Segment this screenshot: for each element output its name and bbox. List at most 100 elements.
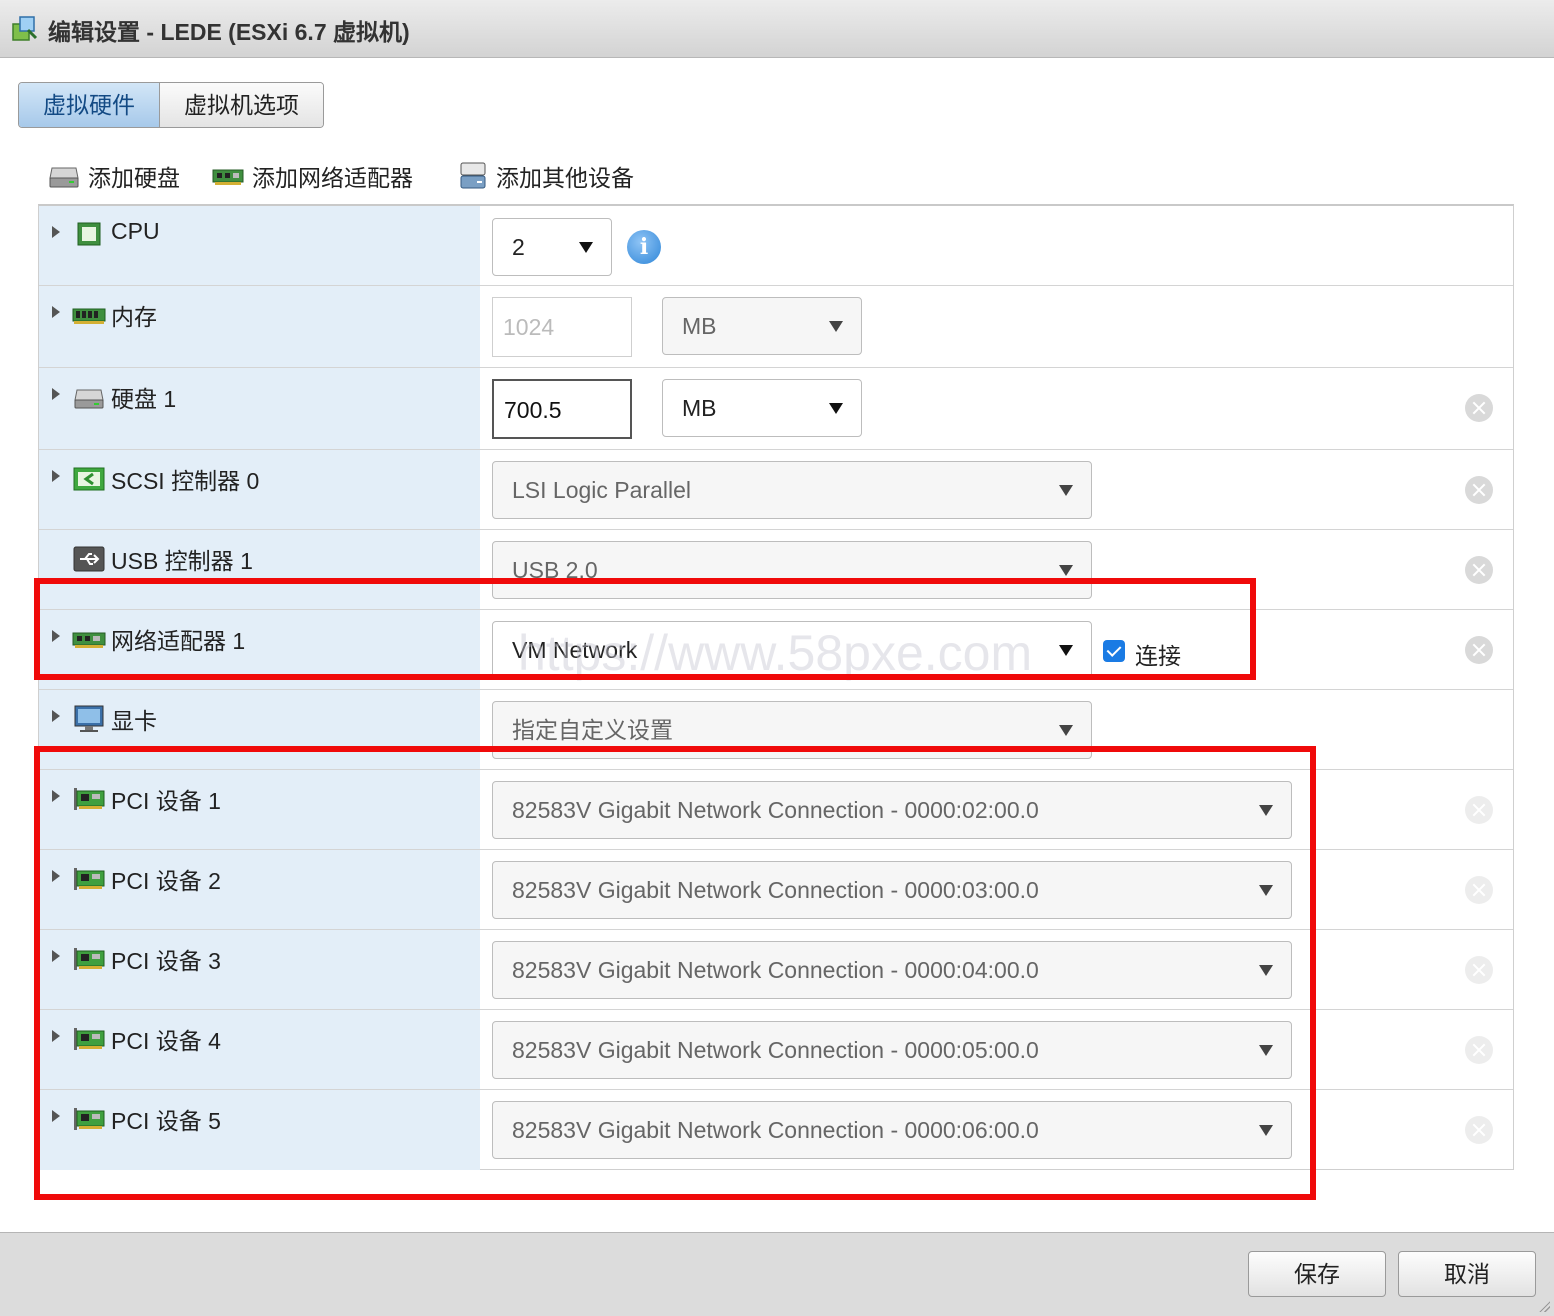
expand-arrow-icon[interactable] (52, 1110, 60, 1122)
scsi-controller-icon (73, 467, 105, 491)
remove-device-icon[interactable] (1465, 636, 1493, 664)
dialog-footer: 保存 取消 (0, 1232, 1554, 1316)
expand-arrow-icon[interactable] (52, 388, 60, 400)
chevron-down-icon (829, 403, 843, 414)
cpu-count-select[interactable]: 2 (492, 218, 612, 276)
pci-device-select[interactable]: 82583V Gigabit Network Connection - 0000… (492, 1021, 1292, 1079)
video-settings-value: 指定自定义设置 (512, 717, 673, 743)
usb-type-value: USB 2.0 (512, 557, 598, 583)
hardware-row-pci-device: PCI 设备 1 82583V Gigabit Network Connecti… (39, 770, 1513, 850)
pci-device-value: 82583V Gigabit Network Connection - 0000… (512, 957, 1039, 983)
hardware-row-scsi-controller-0: SCSI 控制器 0 LSI Logic Parallel (39, 450, 1513, 530)
row-label-cell: 网络适配器 1 (39, 610, 480, 689)
monitor-icon (74, 705, 104, 732)
remove-device-icon[interactable] (1465, 1036, 1493, 1064)
memory-unit-select[interactable]: MB (662, 297, 862, 355)
scsi-controller-label: SCSI 控制器 0 (111, 468, 260, 494)
row-label-cell: 显卡 (39, 690, 480, 769)
video-card-label: 显卡 (111, 708, 157, 734)
disk-unit-value: MB (682, 395, 717, 421)
pci-device-icon (74, 1028, 105, 1050)
memory-unit-value: MB (682, 313, 717, 339)
add-network-adapter-button[interactable]: 添加网络适配器 (212, 156, 413, 196)
cancel-button[interactable]: 取消 (1398, 1251, 1536, 1297)
hardware-row-pci-device: PCI 设备 5 82583V Gigabit Network Connecti… (39, 1090, 1513, 1170)
expand-arrow-icon[interactable] (52, 1030, 60, 1042)
network-adapter-label: 网络适配器 1 (111, 628, 246, 654)
tab-virtual-hardware[interactable]: 虚拟硬件 (19, 83, 159, 127)
pci-device-select[interactable]: 82583V Gigabit Network Connection - 0000… (492, 781, 1292, 839)
pci-device-label: PCI 设备 3 (111, 948, 221, 974)
memory-label: 内存 (111, 304, 157, 330)
expand-arrow-icon[interactable] (52, 630, 60, 642)
video-settings-select[interactable]: 指定自定义设置 (492, 701, 1092, 759)
usb-controller-label: USB 控制器 1 (111, 548, 253, 574)
chevron-down-icon (1259, 805, 1273, 816)
hardware-row-pci-device: PCI 设备 2 82583V Gigabit Network Connecti… (39, 850, 1513, 930)
add-disk-label: 添加硬盘 (88, 165, 180, 191)
hardware-row-disk-1: 硬盘 1 700.5 MB (39, 368, 1513, 450)
chevron-down-icon (1259, 1045, 1273, 1056)
expand-arrow-icon[interactable] (52, 790, 60, 802)
remove-device-icon[interactable] (1465, 476, 1493, 504)
chevron-down-icon (579, 242, 593, 253)
expand-arrow-icon[interactable] (52, 226, 60, 238)
network-card-icon (212, 169, 244, 185)
disk-1-label: 硬盘 1 (111, 386, 177, 412)
hard-disk-icon (74, 389, 104, 409)
chevron-down-icon (829, 321, 843, 332)
tab-vm-options[interactable]: 虚拟机选项 (159, 83, 323, 127)
row-label-cell: PCI 设备 2 (39, 850, 480, 929)
network-value: VM Network (512, 637, 638, 663)
pci-device-icon (74, 948, 105, 970)
add-disk-button[interactable]: 添加硬盘 (48, 156, 180, 196)
chevron-down-icon (1059, 485, 1073, 496)
remove-device-icon[interactable] (1465, 556, 1493, 584)
expand-arrow-icon[interactable] (52, 950, 60, 962)
scsi-type-value: LSI Logic Parallel (512, 477, 691, 503)
other-device-icon (460, 162, 486, 189)
row-label-cell: PCI 设备 3 (39, 930, 480, 1009)
connect-checkbox[interactable] (1103, 640, 1125, 662)
remove-device-icon[interactable] (1465, 1116, 1493, 1144)
row-label-cell: CPU (39, 206, 480, 285)
expand-arrow-icon[interactable] (52, 470, 60, 482)
chevron-down-icon (1259, 1125, 1273, 1136)
remove-device-icon[interactable] (1465, 956, 1493, 984)
expand-arrow-icon[interactable] (52, 306, 60, 318)
save-button[interactable]: 保存 (1248, 1251, 1386, 1297)
pci-device-value: 82583V Gigabit Network Connection - 0000… (512, 1037, 1039, 1063)
add-other-device-label: 添加其他设备 (496, 165, 634, 191)
hardware-row-video-card: 显卡 指定自定义设置 (39, 690, 1513, 770)
network-select[interactable]: VM Network (492, 621, 1092, 679)
remove-device-icon[interactable] (1465, 394, 1493, 422)
chevron-down-icon (1259, 965, 1273, 976)
disk-size-input[interactable]: 700.5 (492, 379, 632, 439)
remove-device-icon[interactable] (1465, 796, 1493, 824)
memory-size-input[interactable]: 1024 (492, 297, 632, 357)
cpu-label: CPU (111, 218, 160, 244)
expand-arrow-icon[interactable] (52, 710, 60, 722)
usb-type-select[interactable]: USB 2.0 (492, 541, 1092, 599)
expand-arrow-icon[interactable] (52, 870, 60, 882)
disk-unit-select[interactable]: MB (662, 379, 862, 437)
pci-device-icon (74, 868, 105, 890)
pci-device-icon (74, 788, 105, 810)
row-label-cell: 硬盘 1 (39, 368, 480, 449)
hardware-row-network-adapter-1: 网络适配器 1 VM Network 连接 (39, 610, 1513, 690)
pci-device-select[interactable]: 82583V Gigabit Network Connection - 0000… (492, 1101, 1292, 1159)
add-other-device-button[interactable]: 添加其他设备 (458, 156, 634, 196)
pci-device-label: PCI 设备 5 (111, 1108, 221, 1134)
pci-device-value: 82583V Gigabit Network Connection - 0000… (512, 877, 1039, 903)
network-card-icon (72, 632, 106, 648)
pci-device-value: 82583V Gigabit Network Connection - 0000… (512, 797, 1039, 823)
row-label-cell: PCI 设备 1 (39, 770, 480, 849)
window-title: 编辑设置 - LEDE (ESXi 6.7 虚拟机) (48, 19, 410, 45)
info-icon[interactable]: i (627, 230, 661, 264)
pci-device-select[interactable]: 82583V Gigabit Network Connection - 0000… (492, 941, 1292, 999)
remove-device-icon[interactable] (1465, 876, 1493, 904)
row-label-cell: PCI 设备 5 (39, 1090, 480, 1170)
pci-device-select[interactable]: 82583V Gigabit Network Connection - 0000… (492, 861, 1292, 919)
scsi-type-select[interactable]: LSI Logic Parallel (492, 461, 1092, 519)
resize-grip-icon[interactable] (1538, 1300, 1550, 1312)
